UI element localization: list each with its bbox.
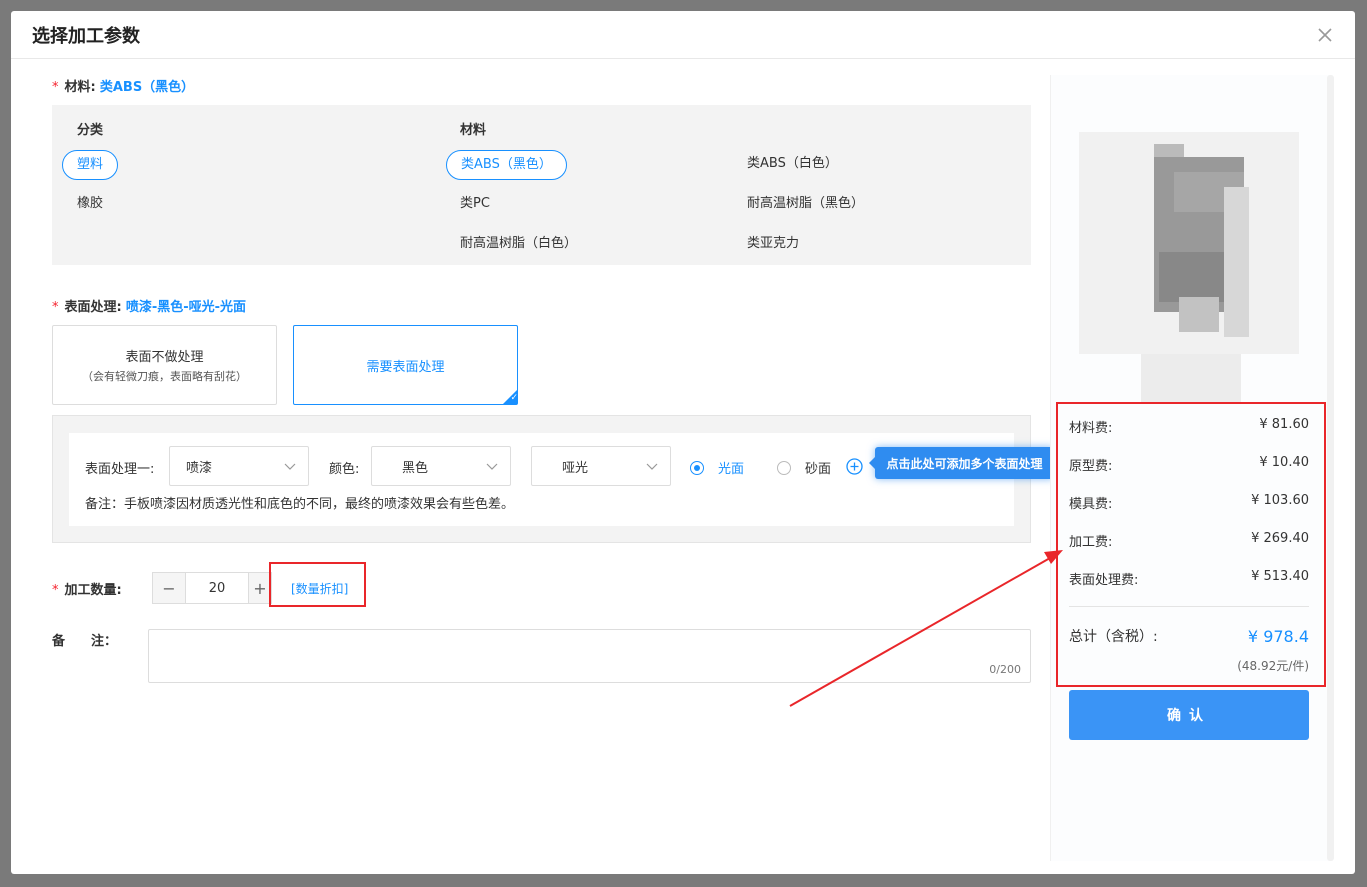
annotation-box-prices: [1056, 402, 1326, 687]
annotation-box-discount: [269, 562, 366, 607]
quantity-decrement-button[interactable]: −: [153, 573, 185, 603]
category-rubber[interactable]: 橡胶: [77, 190, 103, 220]
process-label: 表面处理一:: [85, 462, 155, 477]
material-picker: 分类 材料 塑料 橡胶 类ABS（黑色） 类ABS（白色） 类PC 耐高温树脂（…: [52, 105, 1031, 265]
surface-field: * 表面处理: 喷漆-黑色-哑光-光面: [52, 296, 246, 315]
add-surface-tooltip: 点击此处可添加多个表面处理: [869, 447, 1054, 479]
close-icon[interactable]: [1313, 23, 1337, 47]
required-mark: *: [52, 583, 59, 598]
category-plastic[interactable]: 塑料: [62, 150, 119, 180]
surface-option-need[interactable]: 需要表面处理 ✓: [293, 325, 518, 405]
color-select-value: 黑色: [402, 460, 429, 476]
finish-select[interactable]: 哑光: [531, 446, 671, 486]
material-item-acrylic[interactable]: 类亚克力: [747, 230, 799, 260]
radio-icon: [690, 460, 704, 475]
surface-label: 表面处理:: [64, 300, 122, 315]
remark-textarea[interactable]: 0/200: [148, 629, 1031, 683]
material-item-abs-black[interactable]: 类ABS（黑色）: [446, 150, 567, 180]
model-preview: [1079, 132, 1299, 354]
radio-matte[interactable]: 砂面: [777, 458, 831, 477]
model-thumbnail-icon: [1154, 144, 1249, 337]
surface-option-none-title: 表面不做处理: [125, 350, 204, 365]
process-select-value: 喷漆: [186, 460, 213, 476]
model-preview-shadow: [1141, 354, 1241, 404]
quantity-label: 加工数量:: [64, 583, 122, 598]
dialog-title: 选择加工参数: [32, 25, 140, 47]
material-label: 材料:: [64, 80, 96, 95]
color-select[interactable]: 黑色: [371, 446, 511, 486]
add-circle-icon[interactable]: [846, 458, 863, 475]
dialog-header: 选择加工参数: [11, 11, 1355, 59]
material-item-abs-white[interactable]: 类ABS（白色）: [747, 150, 838, 180]
material-item-heat-white[interactable]: 耐高温树脂（白色）: [460, 230, 577, 260]
material-item-pc[interactable]: 类PC: [460, 190, 490, 220]
material-field: * 材料: 类ABS（黑色）: [52, 76, 194, 95]
surface-option-need-title: 需要表面处理: [366, 359, 445, 375]
surface-option-none[interactable]: 表面不做处理 （会有轻微刀痕，表面略有刮花）: [52, 325, 277, 405]
surface-config-row: 表面处理一: 喷漆 颜色: 黑色 哑光 光面 砂面 备注：手板喷漆因材质透光性和…: [69, 433, 1014, 526]
required-mark: *: [52, 300, 59, 315]
radio-icon: [777, 460, 791, 475]
surface-note: 备注：手板喷漆因材质透光性和底色的不同，最终的喷漆效果会有些色差。: [85, 497, 515, 512]
required-mark: *: [52, 80, 59, 95]
check-icon: ✓: [503, 390, 518, 404]
surface-config-panel: 表面处理一: 喷漆 颜色: 黑色 哑光 光面 砂面 备注：手板喷漆因材质透光性和…: [52, 415, 1031, 543]
quantity-field: * 加工数量:: [52, 579, 122, 598]
chevron-down-icon: [646, 463, 658, 470]
finish-select-value: 哑光: [562, 460, 589, 476]
remark-label: 备 注：: [52, 634, 118, 649]
quantity-increment-button[interactable]: +: [249, 573, 271, 603]
remark-count: 0/200: [989, 663, 1021, 676]
surface-option-none-desc: （会有轻微刀痕，表面略有刮花）: [82, 370, 247, 383]
chevron-down-icon: [284, 463, 296, 470]
material-item-heat-black[interactable]: 耐高温树脂（黑色）: [747, 190, 864, 220]
radio-glossy-label: 光面: [718, 462, 745, 477]
surface-selected: 喷漆-黑色-哑光-光面: [125, 300, 247, 315]
quantity-stepper: − 20 +: [152, 572, 272, 604]
confirm-button[interactable]: 确认: [1069, 690, 1309, 740]
process-select[interactable]: 喷漆: [169, 446, 309, 486]
chevron-down-icon: [486, 463, 498, 470]
color-label: 颜色:: [329, 462, 360, 477]
radio-matte-label: 砂面: [805, 462, 832, 477]
dialog: 选择加工参数 * 材料: 类ABS（黑色） 分类 材料 塑料 橡胶 类ABS（黑色…: [11, 11, 1355, 874]
category-header: 分类: [77, 123, 104, 138]
material-header: 材料: [460, 123, 487, 138]
radio-glossy[interactable]: 光面: [690, 458, 744, 477]
material-selected: 类ABS（黑色）: [99, 80, 195, 95]
scrollbar[interactable]: [1327, 75, 1334, 861]
quantity-input[interactable]: 20: [185, 573, 249, 603]
